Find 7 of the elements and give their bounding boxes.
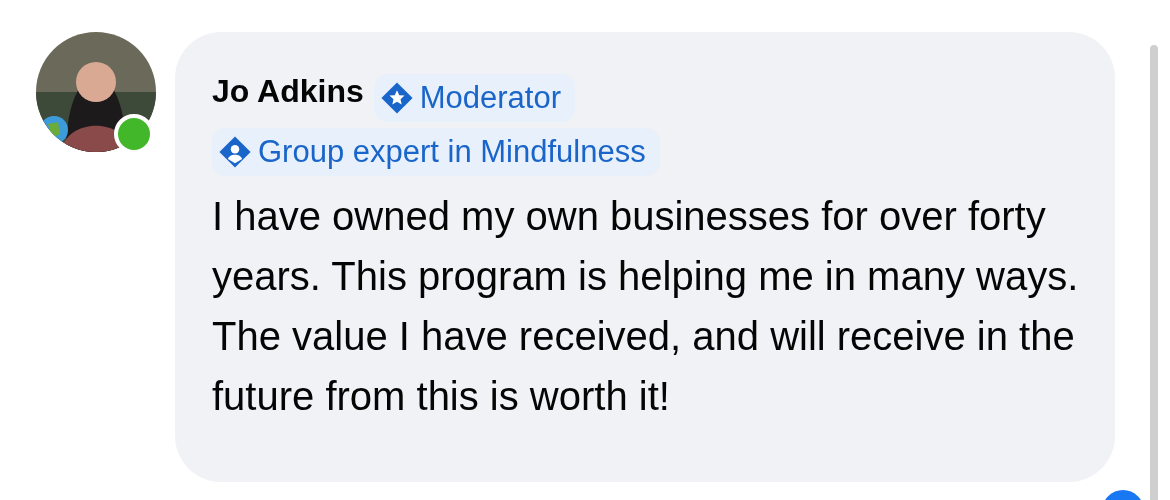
star-diamond-icon <box>379 80 414 115</box>
person-diamond-icon <box>218 134 252 169</box>
badge[interactable]: Moderator <box>373 73 576 122</box>
comment-text: I have owned my own businesses for over forty years. This program is helping me in many ways. The value I have received, and will receive in the future from this is worth it! <box>212 193 1080 420</box>
scrollbar[interactable] <box>1150 45 1158 500</box>
author-name[interactable]: Jo Adkins <box>212 73 364 109</box>
badge[interactable]: Group expert in Mindfulness <box>212 127 660 176</box>
